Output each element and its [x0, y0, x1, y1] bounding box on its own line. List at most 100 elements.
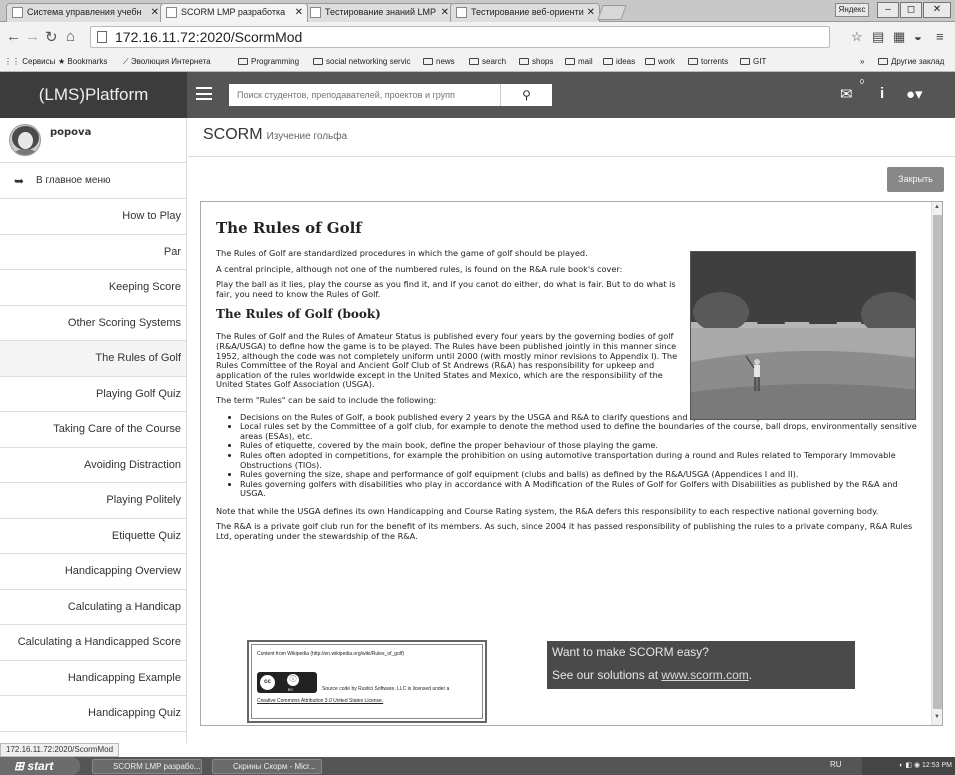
sidebar-item-handicapping-overview[interactable]: Handicapping Overview [0, 554, 186, 590]
extension-icon[interactable]: ▤ [872, 29, 884, 45]
sidebar-item-how-to-play[interactable]: How to Play [0, 199, 186, 235]
bookmark-label: GIT [753, 57, 767, 66]
search-input[interactable] [229, 84, 500, 106]
scorm-promo-banner[interactable]: Want to make SCORM easy? See our solutio… [547, 641, 855, 689]
extension-icon-2[interactable]: ▦ [893, 29, 905, 45]
mail-icon[interactable]: ✉ [840, 85, 853, 103]
bookmark-git[interactable]: GIT [740, 52, 766, 71]
scorm-link[interactable]: www.scorm.com [661, 668, 748, 682]
bookmark-label: mail [578, 57, 593, 66]
star-icon[interactable]: ☆ [851, 29, 863, 45]
keyboard-language[interactable]: RU [830, 760, 842, 769]
tray-icons[interactable]: ◐ ◧ ◉ [899, 762, 922, 769]
browser-status-bar: 172.16.11.72:2020/ScormMod [0, 743, 120, 757]
folder-icon [878, 58, 888, 65]
sidebar-item-the-rules-of-golf[interactable]: The Rules of Golf [0, 341, 186, 377]
bookmark-ideas[interactable]: ideas [603, 52, 635, 71]
scroll-thumb[interactable] [933, 215, 942, 709]
license-link[interactable]: Creative Commons Attribution 3.0 United … [257, 698, 383, 705]
browser-tab-4[interactable]: Тестирование веб-ориенти ✕ [450, 3, 600, 22]
content-scrollbar[interactable]: ▲ ▼ [931, 202, 942, 725]
bookmark-evolution[interactable]: ⟋ Эволюция Интернета [123, 52, 211, 71]
scroll-up-icon[interactable]: ▲ [934, 204, 940, 210]
sidebar-item-how-to-have-fun-playing-golf[interactable]: How to Have Fun Playing Golf [0, 732, 186, 744]
sidebar-item-avoiding-distraction[interactable]: Avoiding Distraction [0, 448, 186, 483]
sidebar-item-par[interactable]: Par [0, 235, 186, 270]
username: popova [50, 127, 92, 138]
sidebar-item-calculating-a-handicapped-score[interactable]: Calculating a Handicapped Score [0, 625, 186, 661]
bookmark-news[interactable]: news [423, 52, 455, 71]
page-favicon-icon [12, 7, 23, 18]
folder-icon [519, 58, 529, 65]
search-button[interactable]: ⚲ [500, 84, 552, 106]
close-tab-icon[interactable]: ✕ [587, 4, 595, 21]
menu-icon[interactable] [196, 87, 212, 100]
browser-tab-3[interactable]: Тестирование знаний LMP ✕ [304, 3, 454, 22]
taskbar-app-browser[interactable]: SCORM LMP разрабо... [92, 759, 202, 774]
bookmark-search[interactable]: search [469, 52, 506, 71]
tab-label: Тестирование веб-ориенти [471, 7, 584, 17]
maximize-window-button[interactable]: ◻ [900, 2, 922, 18]
start-button[interactable]: ⊞ start [0, 757, 80, 775]
brand-logo[interactable]: (LMS)Platform [0, 72, 187, 118]
paragraph: A central principle, although not one of… [216, 263, 623, 274]
sidebar-item-playing-politely[interactable]: Playing Politely [0, 483, 186, 519]
divider [188, 156, 955, 157]
bookmark-torrents[interactable]: torrents [688, 52, 728, 71]
new-tab-button[interactable] [597, 5, 627, 20]
sidebar-item-handicapping-quiz[interactable]: Handicapping Quiz [0, 696, 186, 732]
sidebar-item-taking-care-of-the-course[interactable]: Taking Care of the Course [0, 412, 186, 448]
bookmark-apps[interactable]: ⋮⋮ Сервисы [4, 52, 55, 71]
reload-icon[interactable]: ↻ [45, 28, 58, 46]
browser-menu-icon[interactable]: ≡ [936, 29, 944, 44]
list-item: Rules governing golfers with disabilitie… [240, 479, 921, 499]
avatar[interactable] [9, 124, 41, 156]
sidebar-item-calculating-a-handicap[interactable]: Calculating a Handicap [0, 590, 186, 625]
bookmark-social[interactable]: social networking servic [313, 52, 410, 71]
bookmark-programming[interactable]: Programming [238, 52, 299, 71]
user-icon[interactable]: ●▾ [906, 85, 923, 103]
close-button[interactable]: Закрыть [887, 167, 944, 192]
home-icon[interactable]: ⌂ [66, 28, 75, 45]
bookmark-shops[interactable]: shops [519, 52, 553, 71]
bookmark-mail[interactable]: mail [565, 52, 593, 71]
minimize-window-button[interactable]: – [877, 2, 899, 18]
sidebar-item-handicapping-example[interactable]: Handicapping Example [0, 661, 186, 696]
bookmark-work[interactable]: work [645, 52, 675, 71]
scorm-content-frame: The Rules of Golf The Rules of Golf are … [200, 201, 943, 726]
forward-icon[interactable]: → [25, 28, 40, 45]
bookmarks-overflow[interactable]: » [860, 52, 864, 71]
bookmark-other[interactable]: Другие заклад [878, 52, 944, 71]
close-window-button[interactable]: ✕ [923, 2, 951, 18]
browser-tab-1[interactable]: Система управления учебн ✕ [6, 3, 164, 22]
page-subtitle: Изучение гольфа [266, 131, 348, 142]
sidebar-item-etiquette-quiz[interactable]: Etiquette Quiz [0, 519, 186, 554]
folder-icon [238, 58, 248, 65]
sidebar-item-keeping-score[interactable]: Keeping Score [0, 270, 186, 306]
back-icon[interactable]: ← [6, 28, 21, 45]
sidebar-item-playing-golf-quiz[interactable]: Playing Golf Quiz [0, 377, 186, 412]
close-tab-icon[interactable]: ✕ [151, 4, 159, 21]
creative-commons-badge[interactable]: cc ⓘ BY [257, 672, 317, 693]
rules-list: Decisions on the Rules of Golf, a book p… [240, 412, 921, 499]
wiki-source-link[interactable]: Content from Wikipedia (http://en.wikipe… [257, 651, 404, 658]
folder-icon [313, 58, 323, 65]
bookmark-bookmarks[interactable]: ★ Bookmarks [58, 52, 107, 71]
browser-tab-2[interactable]: SCORM LMP разработка ✕ [160, 3, 308, 22]
promo-suffix: . [748, 668, 753, 682]
extension-icon-3[interactable]: ◒ [914, 29, 922, 44]
scroll-down-icon[interactable]: ▼ [934, 714, 940, 720]
taskbar-app-word[interactable]: Скрины Скорм - Micr... [212, 759, 322, 774]
sidebar-item-other-scoring-systems[interactable]: Other Scoring Systems [0, 306, 186, 341]
bookmark-label: Другие заклад [891, 57, 945, 66]
app-header: (LMS)Platform ⚲ ✉ 0 i ●▾ [0, 72, 955, 118]
close-tab-icon[interactable]: ✕ [295, 4, 303, 21]
main-menu-link[interactable]: ➥ В главное меню [0, 163, 186, 199]
url-text: 172.16.11.72:2020/ScormMod [115, 29, 303, 45]
url-input[interactable]: 172.16.11.72:2020/ScormMod [90, 26, 830, 48]
browser-profile-badge[interactable]: Яндекс [835, 3, 869, 17]
close-tab-icon[interactable]: ✕ [441, 4, 449, 21]
info-icon[interactable]: i [880, 85, 884, 102]
tab-label: SCORM LMP разработка [181, 7, 286, 17]
paragraph: Play the ball as it lies, play the cours… [216, 279, 676, 299]
